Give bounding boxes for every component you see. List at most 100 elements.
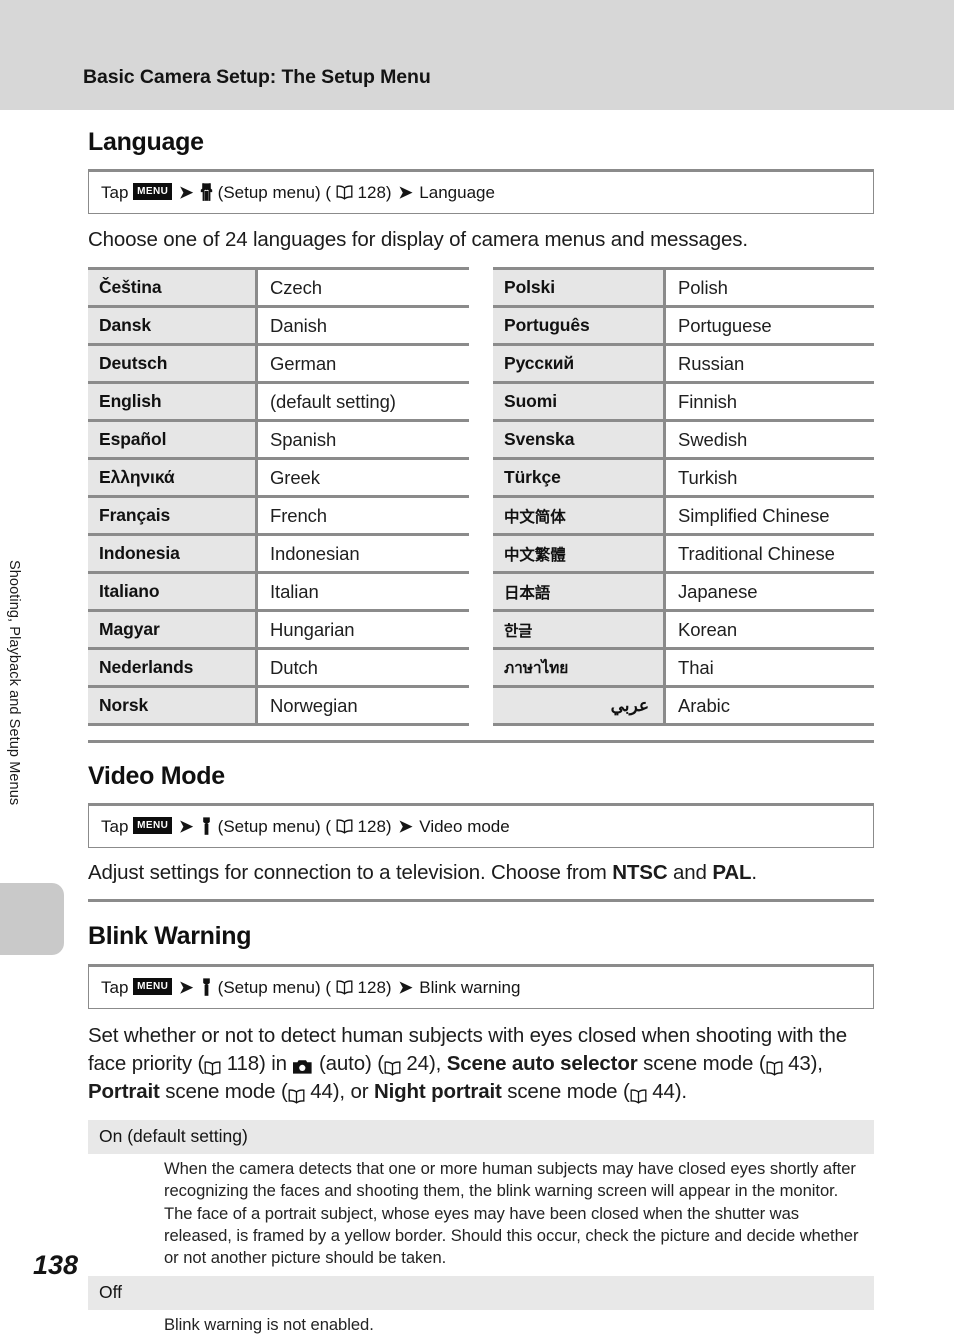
language-english-name: Russian xyxy=(663,343,874,383)
tap-target-blink-warning: Blink warning xyxy=(419,977,521,997)
language-english-name: German xyxy=(255,343,469,383)
arrow-right-icon-2: ➤ xyxy=(398,816,413,836)
video-mode-pal: PAL xyxy=(712,861,752,885)
video-mode-text-lead: Adjust settings for connection to a tele… xyxy=(88,861,613,885)
language-native-name: Português xyxy=(493,305,665,345)
language-native-name: Polski xyxy=(493,267,665,307)
language-row: Português Portuguese xyxy=(493,305,874,345)
menu-icon: MENU xyxy=(133,183,173,201)
page-ref-open: ( xyxy=(325,182,332,202)
blink-text-2: ) in xyxy=(259,1052,293,1076)
language-row: Dansk Danish xyxy=(88,305,469,345)
language-row: Suomi Finnish xyxy=(493,381,874,421)
setup-menu-label: (Setup menu) xyxy=(217,816,321,836)
language-native-name: English xyxy=(88,381,257,421)
language-native-name: Русский xyxy=(493,343,665,383)
running-header-title: Basic Camera Setup: The Setup Menu xyxy=(83,66,431,88)
option-paragraph: Blink warning is not enabled. xyxy=(164,1314,374,1334)
option-paragraph: The face of a portrait subject, whose ey… xyxy=(164,1203,859,1268)
blink-warning-options: On (default setting) When the camera dete… xyxy=(88,1119,874,1342)
option-description: When the camera detects that one or more… xyxy=(88,1154,874,1276)
blink-ref-24: 24 xyxy=(406,1052,429,1076)
book-icon-ref-44b xyxy=(630,1084,647,1104)
option-description: Blink warning is not enabled. xyxy=(88,1310,874,1342)
language-table-right: Polski Polish Português Portuguese Русский Ru… xyxy=(493,267,874,727)
language-english-name: Dutch xyxy=(255,647,469,687)
language-intro: Choose one of 24 languages for display o… xyxy=(88,228,748,252)
blink-bold-night-portrait: Night portrait xyxy=(373,1079,502,1103)
video-mode-ntsc: NTSC xyxy=(612,861,668,885)
language-native-name: ภาษาไทย xyxy=(493,647,665,687)
language-row: Türkçe Turkish xyxy=(493,457,874,497)
page-ref-close: ) xyxy=(385,977,392,997)
language-row: Русский Russian xyxy=(493,343,874,383)
blink-text-9: scene mode ( xyxy=(501,1079,630,1103)
blink-ref-118: 118 xyxy=(226,1052,260,1076)
page-ref-number: 128 xyxy=(357,977,386,997)
tap-label: Tap xyxy=(101,977,129,997)
language-native-name: Español xyxy=(88,419,257,459)
language-table-right-body: Polski Polish Português Portuguese Русский Ru… xyxy=(493,267,874,727)
book-icon-ref-118 xyxy=(204,1056,221,1076)
language-native-name: Magyar xyxy=(88,609,257,649)
language-english-name: French xyxy=(255,495,469,535)
language-english-name: Finnish xyxy=(663,381,874,421)
language-row: Français French xyxy=(88,495,469,535)
arrow-right-icon: ➤ xyxy=(178,977,194,997)
page-ref-number: 128 xyxy=(357,816,386,836)
language-native-name: Norsk xyxy=(88,685,257,727)
arrow-right-icon-2: ➤ xyxy=(398,977,413,997)
language-row: Magyar Hungarian xyxy=(88,609,469,649)
wrench-icon xyxy=(200,977,213,996)
page-ref-number: 128 xyxy=(357,182,386,202)
language-native-name: Türkçe xyxy=(493,457,665,497)
language-english-name: Swedish xyxy=(663,419,874,459)
language-row: عربي Arabic xyxy=(493,685,874,727)
language-row: 日本語 Japanese xyxy=(493,571,874,611)
blink-ref-44a: 44 xyxy=(310,1079,333,1103)
tap-target-video-mode: Video mode xyxy=(419,816,510,836)
language-row: ภาษาไทย Thai xyxy=(493,647,874,687)
language-row: 한글 Korean xyxy=(493,609,874,649)
language-english-name: Korean xyxy=(663,609,874,649)
language-tables: Čeština Czech Dansk Danish Deutsch German Engl… xyxy=(88,267,874,727)
blink-text-4: ), xyxy=(428,1052,447,1076)
page-ref-open: ( xyxy=(325,977,332,997)
camera-auto-icon xyxy=(292,1055,313,1074)
blink-bold-scene-auto-selector: Scene auto selector xyxy=(446,1052,638,1076)
menu-icon: MENU xyxy=(133,817,173,835)
book-icon xyxy=(336,818,353,834)
tap-target-language: Language xyxy=(419,182,495,202)
arrow-right-icon-2: ➤ xyxy=(398,182,413,202)
blink-ref-43: 43 xyxy=(788,1052,811,1076)
option-label: On (default setting) xyxy=(88,1119,874,1154)
option-label: Off xyxy=(88,1275,874,1310)
tap-path-video-mode: Tap MENU ➤ (Setup menu) ( 128) ➤ Video m… xyxy=(88,803,874,849)
option-paragraph: When the camera detects that one or more… xyxy=(164,1158,856,1201)
arrow-right-icon: ➤ xyxy=(178,816,194,836)
language-table-left: Čeština Czech Dansk Danish Deutsch German Engl… xyxy=(88,267,469,727)
language-english-name: Simplified Chinese xyxy=(663,495,874,535)
language-table-left-body: Čeština Czech Dansk Danish Deutsch German Engl… xyxy=(88,267,469,727)
tap-path-language: Tap MENU ➤ (Setup menu) ( 128) ➤ Languag… xyxy=(88,169,874,215)
language-row: Polski Polish xyxy=(493,267,874,307)
side-tab-block xyxy=(0,883,64,955)
page-ref-close: ) xyxy=(385,816,392,836)
language-english-name: Norwegian xyxy=(255,685,469,727)
language-native-name: Italiano xyxy=(88,571,257,611)
running-header-band: Basic Camera Setup: The Setup Menu xyxy=(0,0,954,110)
language-native-name: 한글 xyxy=(493,609,665,649)
language-english-name: Czech xyxy=(255,267,469,307)
language-row: Ελληνικά Greek xyxy=(88,457,469,497)
language-row: 中文繁體 Traditional Chinese xyxy=(493,533,874,573)
video-mode-text-mid: and xyxy=(667,861,713,885)
language-row: 中文简体 Simplified Chinese xyxy=(493,495,874,535)
language-row: Svenska Swedish xyxy=(493,419,874,459)
blink-text-10: ). xyxy=(674,1079,687,1103)
language-native-name: 中文繁體 xyxy=(493,533,665,573)
language-native-name: Deutsch xyxy=(88,343,257,383)
language-english-name: Hungarian xyxy=(255,609,469,649)
language-native-name: Ελληνικά xyxy=(88,457,257,497)
language-native-name: Suomi xyxy=(493,381,665,421)
page-ref-close: ) xyxy=(385,182,392,202)
